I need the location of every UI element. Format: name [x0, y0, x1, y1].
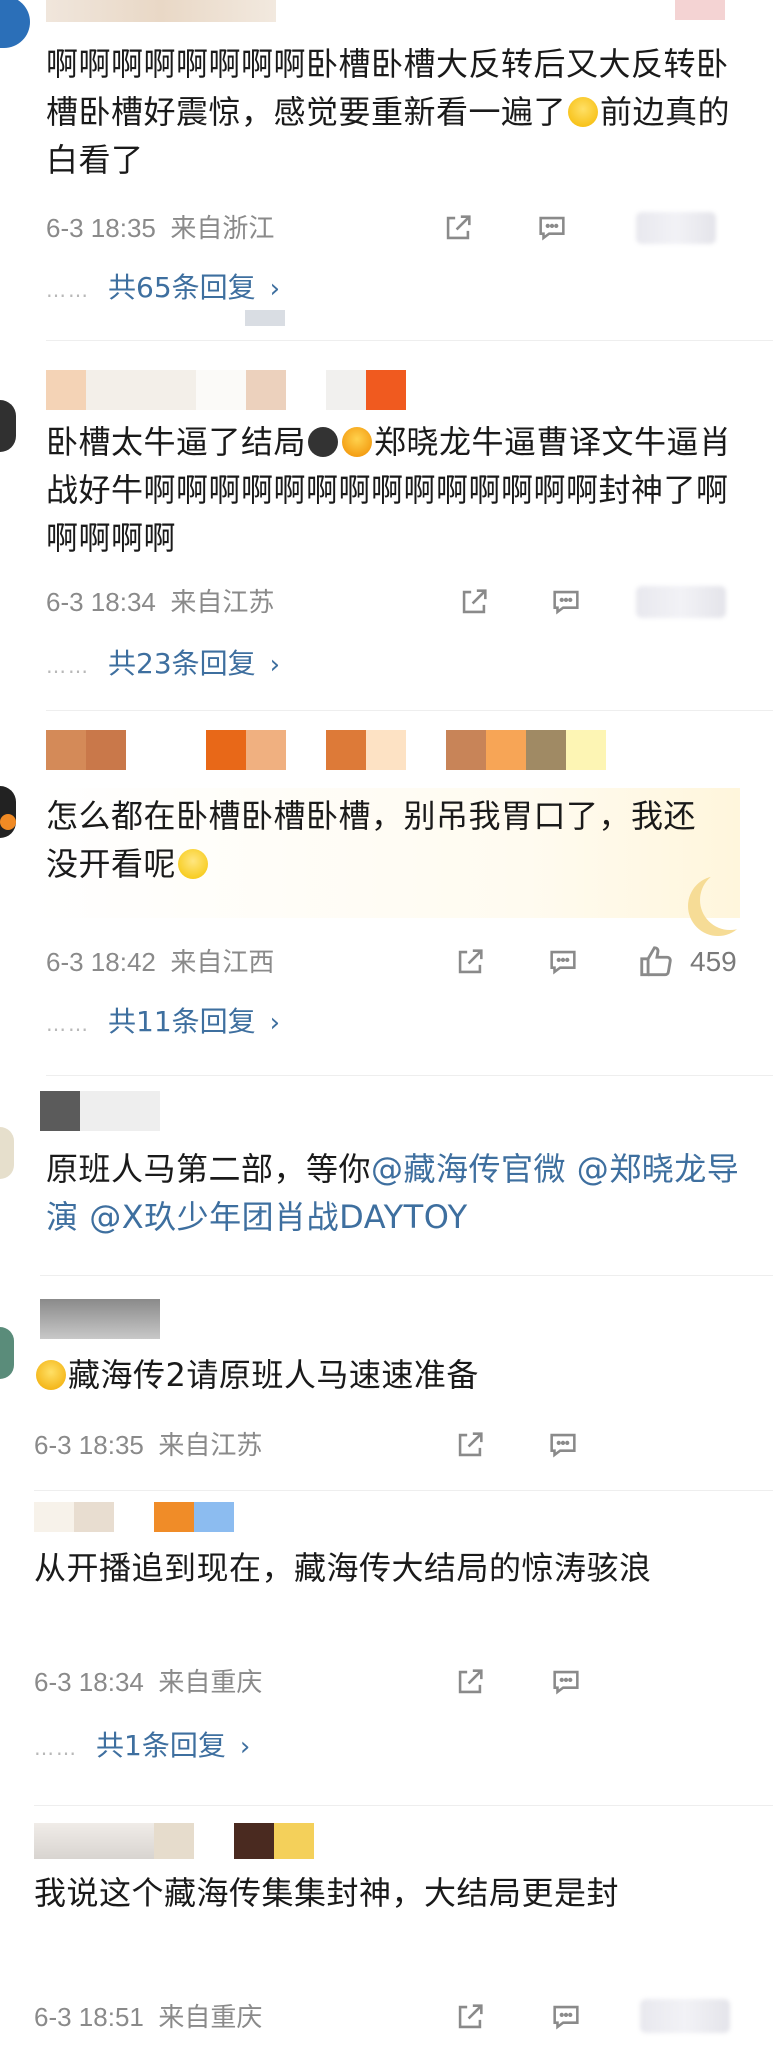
replies-link[interactable]: …… 共11条回复 › — [46, 1002, 280, 1042]
username-redacted[interactable] — [40, 1299, 160, 1339]
replies-link[interactable]: …… 共65条回复 › — [46, 268, 280, 308]
like-count: 459 — [690, 946, 737, 977]
comment-icon[interactable] — [548, 1999, 584, 2035]
comment-1: 啊啊啊啊啊啊啊啊卧槽卧槽大反转后又大反转卧槽卧槽好震惊，感觉要重新看一遍了 前边真… — [0, 0, 773, 330]
username-redacted[interactable] — [34, 1823, 314, 1859]
mention-link[interactable]: @藏海传官微 — [371, 1150, 566, 1188]
comment-text: 怎么都在卧槽卧槽卧槽，别吊我胃口了，我还没开看呢 — [46, 797, 697, 883]
timestamp: 6-3 18:51 — [34, 2002, 144, 2032]
crying-icon — [342, 427, 373, 457]
comment-text: 我说这个藏海传集集封神，大结局更是封 — [34, 1874, 620, 1912]
avatar[interactable] — [0, 0, 30, 48]
timestamp: 6-3 18:34 — [46, 587, 156, 617]
like-count-redacted[interactable] — [636, 586, 726, 618]
location: 来自重庆 — [158, 2002, 263, 2032]
crying-face-icon — [36, 1360, 66, 1390]
comment-icon[interactable] — [548, 584, 584, 620]
share-icon[interactable] — [456, 584, 492, 620]
comment-text: 原班人马第二部，等你@藏海传官微 @郑晓龙导演 @X玖少年团肖战DAYTOY — [46, 1150, 740, 1236]
like-count-redacted[interactable] — [636, 212, 716, 244]
share-icon[interactable] — [440, 210, 476, 246]
comment-meta: 6-3 18:51 来自重庆 — [34, 1997, 262, 2037]
username-redacted[interactable] — [34, 1502, 234, 1532]
badge-redacted — [675, 0, 725, 20]
comment-meta: 6-3 18:34 来自重庆 — [34, 1662, 262, 1702]
comment-text: 从开播追到现在，藏海传大结局的惊涛骇浪 — [34, 1549, 652, 1587]
username-redacted[interactable] — [46, 370, 406, 410]
share-icon[interactable] — [452, 1664, 488, 1700]
avatar[interactable] — [0, 1327, 14, 1379]
comment-icon[interactable] — [548, 1664, 584, 1700]
comment-text: 啊啊啊啊啊啊啊啊卧槽卧槽大反转后又大反转卧槽卧槽好震惊，感觉要重新看一遍了 前边真… — [46, 45, 731, 179]
decoration — [245, 310, 285, 326]
location: 来自江苏 — [158, 1430, 263, 1460]
timestamp: 6-3 18:34 — [34, 1667, 144, 1697]
laughing-tears-icon — [568, 97, 599, 127]
chevron-right-icon: › — [239, 1732, 251, 1762]
comment-icon[interactable] — [545, 1427, 581, 1463]
comment-text: 卧槽太牛逼了结局 郑晓龙牛逼曹译文牛逼肖战好牛啊啊啊啊啊啊啊啊啊啊啊啊啊啊封神了啊… — [46, 423, 732, 557]
avatar[interactable] — [0, 1127, 14, 1179]
username-redacted[interactable] — [46, 730, 606, 770]
share-icon[interactable] — [452, 1999, 488, 2035]
avatar[interactable] — [0, 400, 16, 452]
share-icon[interactable] — [452, 944, 488, 980]
username-redacted[interactable] — [46, 0, 276, 22]
comment-7: 我说这个藏海传集集封神，大结局更是封 6-3 18:51 来自重庆 — [0, 1805, 773, 2048]
comment-icon[interactable] — [545, 944, 581, 980]
location: 来自重庆 — [158, 1667, 263, 1697]
comment-icon[interactable] — [534, 210, 570, 246]
comment-3: 怎么都在卧槽卧槽卧槽，别吊我胃口了，我还没开看呢 6-3 18:42 来自江西 … — [0, 710, 773, 1080]
like-count-redacted[interactable] — [640, 1999, 730, 2033]
comment-6: 从开播追到现在，藏海传大结局的惊涛骇浪 6-3 18:34 来自重庆 …… 共1条… — [0, 1490, 773, 1810]
chevron-right-icon: › — [269, 274, 281, 304]
replies-link[interactable]: …… 共1条回复 › — [34, 1726, 250, 1766]
location: 来自江苏 — [170, 587, 275, 617]
avatar[interactable] — [0, 786, 16, 838]
username-redacted[interactable] — [40, 1091, 160, 1131]
mention-link[interactable]: @X玖少年团肖战DAYTOY — [89, 1198, 468, 1236]
comment-meta: 6-3 18:35 来自浙江 — [46, 208, 274, 248]
chevron-right-icon: › — [269, 1008, 281, 1038]
skull-icon — [308, 427, 339, 457]
comment-meta: 6-3 18:42 来自江西 — [46, 942, 274, 982]
comment-5: 藏海传2请原班人马速速准备 6-3 18:35 来自江苏 — [0, 1275, 773, 1495]
shy-face-icon — [178, 849, 209, 879]
comment-meta: 6-3 18:35 来自江苏 — [34, 1425, 262, 1465]
share-icon[interactable] — [452, 1427, 488, 1463]
timestamp: 6-3 18:35 — [34, 1430, 144, 1460]
replies-link[interactable]: …… 共23条回复 › — [46, 644, 280, 684]
timestamp: 6-3 18:42 — [46, 947, 156, 977]
timestamp: 6-3 18:35 — [46, 213, 156, 243]
comment-4: 原班人马第二部，等你@藏海传官微 @郑晓龙导演 @X玖少年团肖战DAYTOY — [0, 1075, 773, 1275]
verified-badge-icon — [0, 814, 16, 830]
thumbs-up-icon[interactable] — [636, 942, 676, 982]
comment-text: 藏海传2请原班人马速速准备 — [34, 1351, 734, 1399]
comment-2: 卧槽太牛逼了结局 郑晓龙牛逼曹译文牛逼肖战好牛啊啊啊啊啊啊啊啊啊啊啊啊啊啊封神了啊… — [0, 340, 773, 710]
location: 来自浙江 — [170, 213, 275, 243]
comment-meta: 6-3 18:34 来自江苏 — [46, 582, 274, 622]
chevron-right-icon: › — [269, 650, 281, 680]
location: 来自江西 — [170, 947, 275, 977]
